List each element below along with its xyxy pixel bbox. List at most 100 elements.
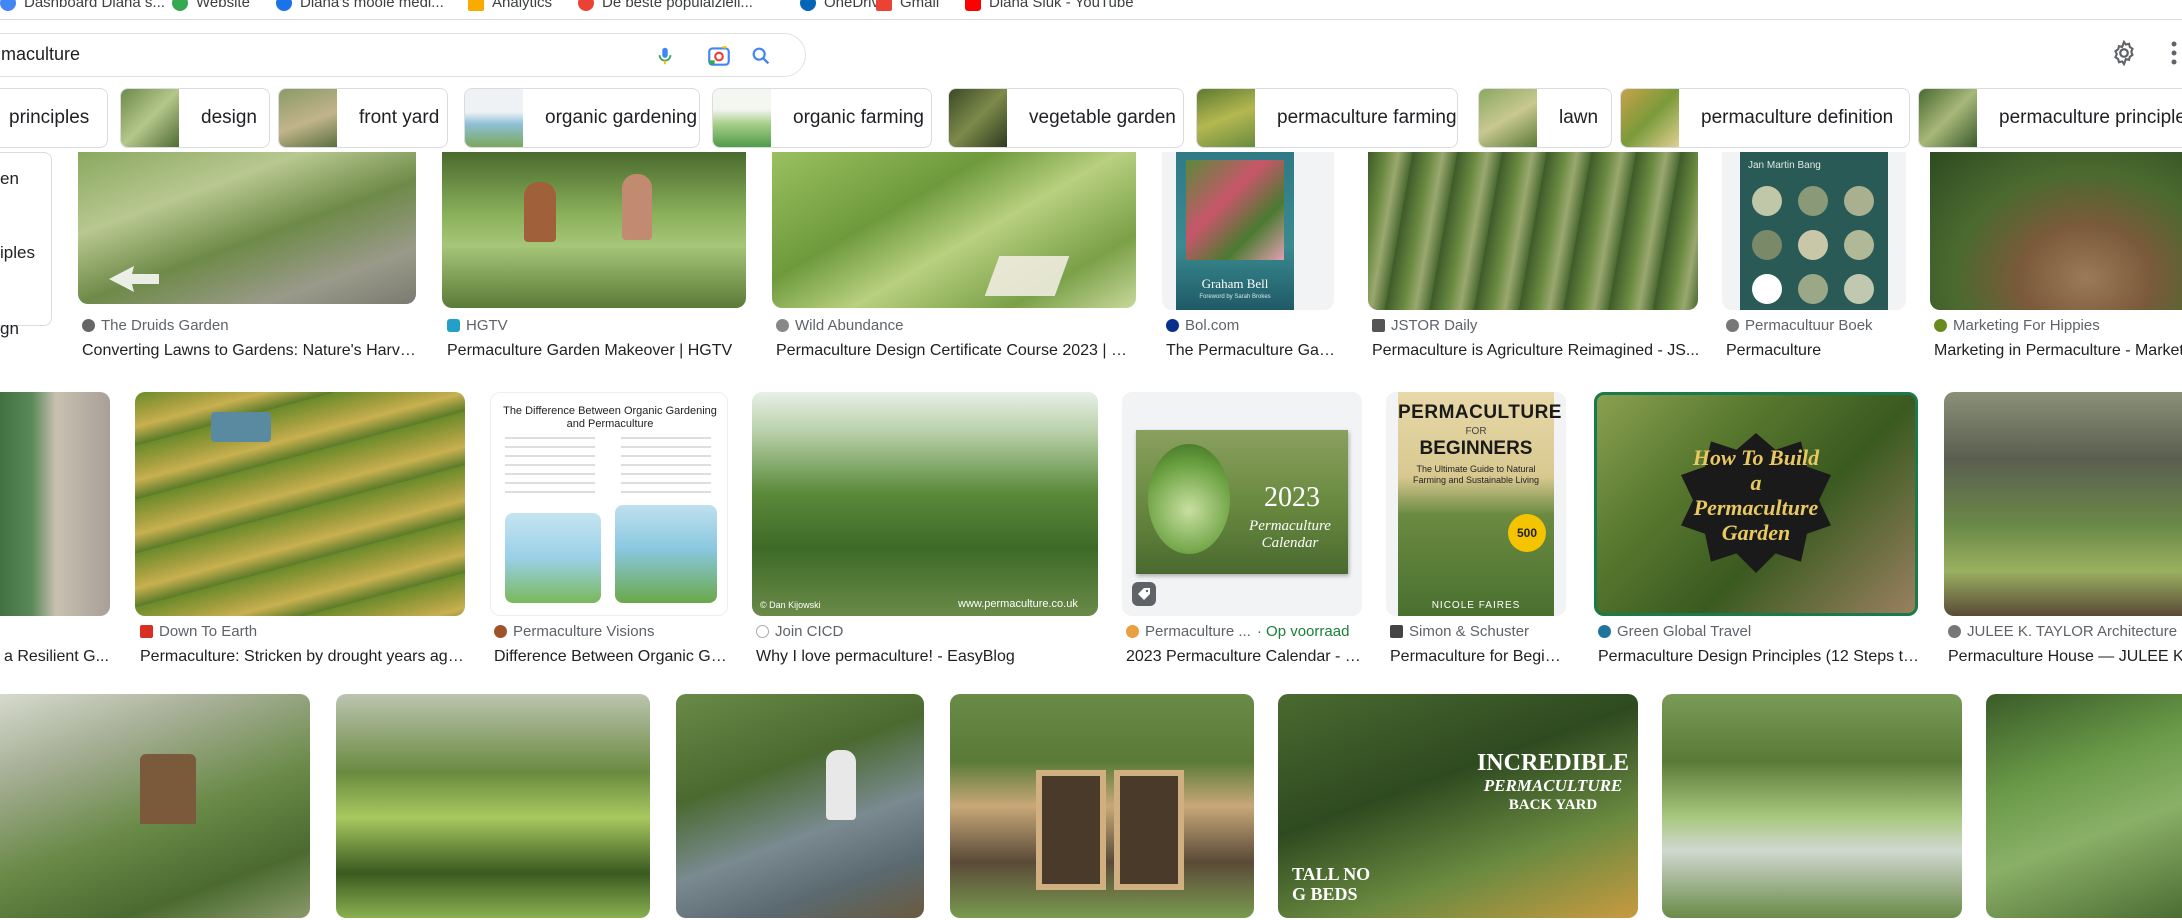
favicon xyxy=(1948,625,1961,638)
cover-dot xyxy=(1798,274,1828,304)
chip-principles[interactable]: principles xyxy=(0,88,108,148)
cover-subtitle: Foreword by Sarah Brokes xyxy=(1199,294,1271,300)
chip-lawn[interactable]: lawn xyxy=(1478,88,1612,148)
chip-vegetable-garden[interactable]: vegetable garden xyxy=(948,88,1184,148)
result-image[interactable] xyxy=(1944,392,2182,616)
cover-author: Jan Martin Bang xyxy=(1748,160,1821,171)
result-source[interactable]: Join CICD xyxy=(756,623,1096,640)
result-image[interactable] xyxy=(0,694,310,918)
rooftop xyxy=(211,412,271,442)
result-image[interactable] xyxy=(442,152,746,308)
bookmark-item[interactable]: OneDrive xyxy=(800,0,887,11)
result-title[interactable]: Converting Lawns to Gardens: Nature's Ha… xyxy=(82,342,422,360)
result-image-selected[interactable]: How To Build a Permaculture Garden xyxy=(1594,392,1918,616)
result-title[interactable]: Permaculture Design Certificate Course 2… xyxy=(776,342,1136,360)
chip-thumbnail xyxy=(465,89,523,147)
result-source[interactable]: Permacultuur Boek xyxy=(1726,317,1906,334)
result-source[interactable]: JSTOR Daily xyxy=(1372,317,1702,334)
chip-design[interactable]: design xyxy=(120,88,270,148)
camera-search-icon[interactable] xyxy=(705,42,733,70)
person-figure xyxy=(524,182,556,242)
favicon xyxy=(756,625,769,638)
result-title[interactable]: 2023 Permaculture Calendar - a... xyxy=(1126,648,1362,666)
bookmark-item[interactable]: Analytics xyxy=(468,0,552,11)
bookmark-item[interactable]: Diana Sluk - YouTube xyxy=(965,0,1134,11)
result-source[interactable]: Wild Abundance xyxy=(776,317,1136,334)
result-source[interactable]: Permaculture ... · Op voorraad xyxy=(1126,623,1366,640)
result-image[interactable]: PERMACULTURE FOR BEGINNERS The Ultimate … xyxy=(1386,392,1566,616)
result-source[interactable]: The Druids Garden xyxy=(82,317,422,334)
arrow-graphic xyxy=(109,266,159,292)
result-image[interactable]: Graham Bell Foreword by Sarah Brokes xyxy=(1162,152,1334,310)
result-title[interactable]: Permaculture House — JULEE K. T... xyxy=(1948,648,2182,666)
more-vert-icon[interactable] xyxy=(2166,38,2182,68)
chip-thumbnail xyxy=(713,89,771,147)
result-image[interactable] xyxy=(772,152,1136,308)
sidebar-item[interactable]: gn xyxy=(0,319,19,339)
result-image[interactable] xyxy=(0,392,110,616)
result-image[interactable]: © Dan Kijowski www.permaculture.co.uk xyxy=(752,392,1098,616)
cover-badge: 500 xyxy=(1508,514,1546,552)
result-source[interactable]: Simon & Schuster xyxy=(1390,623,1566,640)
result-title[interactable]: Permaculture Design Principles (12 Steps… xyxy=(1598,648,1922,666)
result-source[interactable]: Down To Earth xyxy=(140,623,466,640)
search-input[interactable] xyxy=(1,44,561,65)
result-image[interactable]: Jan Martin Bang xyxy=(1722,152,1906,310)
cover-title-2: BEGINNERS xyxy=(1419,438,1533,459)
result-image[interactable] xyxy=(1986,694,2182,918)
result-image[interactable] xyxy=(676,694,924,918)
mic-icon[interactable] xyxy=(651,42,679,70)
result-title[interactable]: Permaculture xyxy=(1726,342,1906,360)
result-image[interactable]: The Difference Between Organic Gardening… xyxy=(490,392,728,616)
gear-icon[interactable] xyxy=(2107,36,2141,70)
result-title[interactable]: a Resilient G... xyxy=(4,648,112,666)
cover-for: FOR xyxy=(1465,426,1487,437)
sidebar-item[interactable]: iples xyxy=(0,243,35,263)
result-title[interactable]: Why I love permaculture! - EasyBlog xyxy=(756,648,1096,666)
result-image[interactable] xyxy=(336,694,650,918)
filter-sidebar: en iples gn xyxy=(0,152,52,338)
bookmark-item[interactable]: Diana's mooie medi... xyxy=(276,0,444,11)
result-image[interactable] xyxy=(78,152,416,304)
result-source[interactable]: HGTV xyxy=(447,317,747,334)
result-image[interactable]: 2023 Permaculture Calendar xyxy=(1122,392,1362,616)
sidebar-item[interactable]: en xyxy=(0,169,19,189)
result-title[interactable]: Permaculture is Agriculture Reimagined -… xyxy=(1372,342,1702,360)
chip-organic-farming[interactable]: organic farming xyxy=(712,88,932,148)
chip-permaculture-farming[interactable]: permaculture farming xyxy=(1196,88,1458,148)
chip-front-yard[interactable]: front yard xyxy=(278,88,448,148)
result-source[interactable]: JULEE K. TAYLOR Architecture xyxy=(1948,623,2182,640)
cabbage xyxy=(1148,444,1230,554)
result-image[interactable] xyxy=(950,694,1254,918)
bookmark-icon xyxy=(578,0,594,11)
bookmark-item[interactable]: Website xyxy=(172,0,250,11)
result-title[interactable]: Marketing in Permaculture - Marketi... xyxy=(1934,342,2182,360)
cover-dot xyxy=(1752,186,1782,216)
bookmark-item[interactable]: De beste populaiziell... xyxy=(578,0,753,11)
result-title[interactable]: The Permaculture Gard... xyxy=(1166,342,1336,360)
result-image[interactable] xyxy=(135,392,465,616)
result-title[interactable]: Permaculture for Begin... xyxy=(1390,648,1566,666)
result-source[interactable]: Permaculture Visions xyxy=(494,623,730,640)
search-icon[interactable] xyxy=(747,42,775,70)
bookmark-icon xyxy=(276,0,292,11)
chip-permaculture-definition[interactable]: permaculture definition xyxy=(1620,88,1910,148)
result-image[interactable] xyxy=(1662,694,1962,918)
bookmark-item[interactable]: Gmail xyxy=(876,0,939,11)
result-title[interactable]: Difference Between Organic Ga... xyxy=(494,648,730,666)
search-box xyxy=(0,33,806,77)
cover-dot xyxy=(1844,186,1874,216)
overlay-text: How To Build a Permaculture Garden xyxy=(1692,445,1820,545)
result-source[interactable]: Marketing For Hippies xyxy=(1934,317,2182,334)
result-image[interactable] xyxy=(1368,152,1698,310)
result-image[interactable] xyxy=(1930,152,2182,310)
result-title[interactable]: Permaculture Garden Makeover | HGTV xyxy=(447,342,747,360)
result-source[interactable]: Bol.com xyxy=(1166,317,1336,334)
chip-organic-gardening[interactable]: organic gardening xyxy=(464,88,700,148)
bookmark-item[interactable]: Dashboard Diana s... xyxy=(0,0,165,11)
chip-permaculture-principles[interactable]: permaculture principles xyxy=(1918,88,2182,148)
result-image[interactable]: INCREDIBLE PERMACULTURE BACK YARD TALL N… xyxy=(1278,694,1638,918)
result-source[interactable]: Green Global Travel xyxy=(1598,623,1922,640)
result-title[interactable]: Permaculture: Stricken by drought years … xyxy=(140,648,466,666)
calendar-year: 2023 xyxy=(1264,482,1320,513)
